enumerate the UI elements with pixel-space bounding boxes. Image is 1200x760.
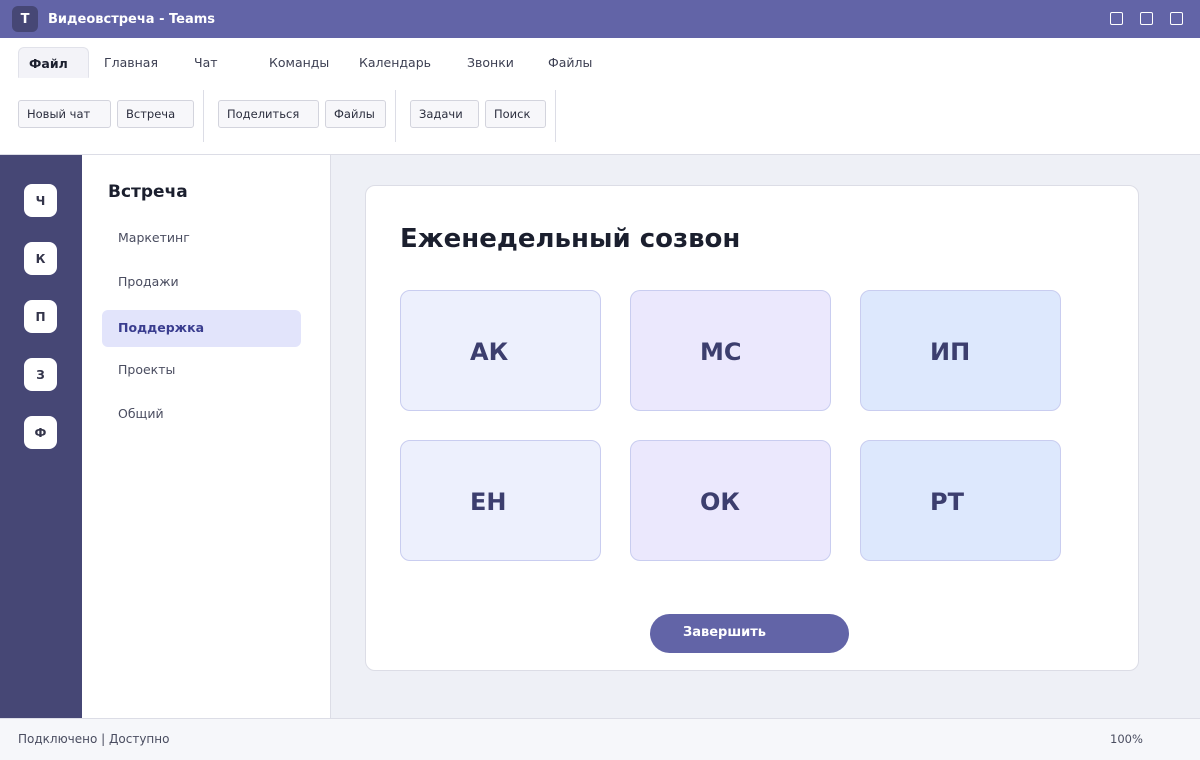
participant-tile[interactable]: ЕН (400, 440, 601, 561)
rail-item-teams[interactable]: К (24, 242, 57, 275)
tab-files[interactable]: Файлы (548, 47, 592, 78)
rail-item-chat[interactable]: Ч (24, 184, 57, 217)
tab-calls[interactable]: Звонки (467, 47, 514, 78)
ribbon: Файл Главная Чат Команды Календарь Звонк… (0, 38, 1200, 155)
channel-sidebar: Встреча Маркетинг Продажи Поддержка Прое… (82, 155, 331, 718)
sidebar-item-projects[interactable]: Проекты (102, 352, 301, 389)
files-button[interactable]: Файлы (325, 100, 386, 128)
sidebar-item-support[interactable]: Поддержка (102, 310, 301, 347)
participant-tile[interactable]: ОК (630, 440, 831, 561)
tab-file[interactable]: Файл (18, 47, 89, 78)
meeting-button[interactable]: Встреча (117, 100, 194, 128)
participant-initials: ОК (700, 488, 741, 516)
meeting-card: Еженедельный созвон АК МС ИП ЕН ОК РТ За… (365, 185, 1139, 671)
title-bar: T Видеовстреча - Teams (0, 0, 1200, 38)
tab-calendar[interactable]: Календарь (359, 47, 431, 78)
window-title: Видеовстреча - Teams (48, 12, 216, 27)
tasks-button[interactable]: Задачи (410, 100, 479, 128)
participant-tile[interactable]: МС (630, 290, 831, 411)
zoom-level[interactable]: 100% (1110, 719, 1143, 759)
rail-item-p[interactable]: П (24, 300, 57, 333)
status-bar: Подключено | Доступно 100% (0, 718, 1200, 760)
participant-initials: МС (700, 338, 742, 366)
tab-home[interactable]: Главная (104, 47, 158, 78)
sidebar-title: Встреча (108, 182, 188, 202)
tab-chat[interactable]: Чат (194, 47, 218, 78)
participant-tile[interactable]: РТ (860, 440, 1061, 561)
search-button[interactable]: Поиск (485, 100, 546, 128)
ribbon-divider (395, 90, 396, 142)
ribbon-divider (203, 90, 204, 142)
participant-initials: ЕН (470, 488, 507, 516)
participant-initials: ИП (930, 338, 971, 366)
end-call-button[interactable]: Завершить (650, 614, 849, 653)
app-logo: T (12, 6, 38, 32)
connection-status: Подключено | Доступно (18, 732, 170, 746)
minimize-icon[interactable] (1110, 12, 1123, 25)
new-chat-button[interactable]: Новый чат (18, 100, 111, 128)
sidebar-item-general[interactable]: Общий (102, 396, 301, 433)
sidebar-item-sales[interactable]: Продажи (102, 264, 301, 301)
tab-teams[interactable]: Команды (269, 47, 329, 78)
participant-initials: РТ (930, 488, 964, 516)
rail-item-files[interactable]: Ф (24, 416, 57, 449)
ribbon-divider (555, 90, 556, 142)
participant-tile[interactable]: АК (400, 290, 601, 411)
close-icon[interactable] (1170, 12, 1183, 25)
maximize-icon[interactable] (1140, 12, 1153, 25)
app-rail: Ч К П З Ф (0, 155, 82, 718)
participant-tile[interactable]: ИП (860, 290, 1061, 411)
sidebar-item-marketing[interactable]: Маркетинг (102, 220, 301, 257)
rail-item-calls[interactable]: З (24, 358, 57, 391)
meeting-title: Еженедельный созвон (400, 224, 741, 254)
participant-initials: АК (470, 338, 509, 366)
share-button[interactable]: Поделиться (218, 100, 319, 128)
main-area: Еженедельный созвон АК МС ИП ЕН ОК РТ За… (331, 155, 1200, 718)
